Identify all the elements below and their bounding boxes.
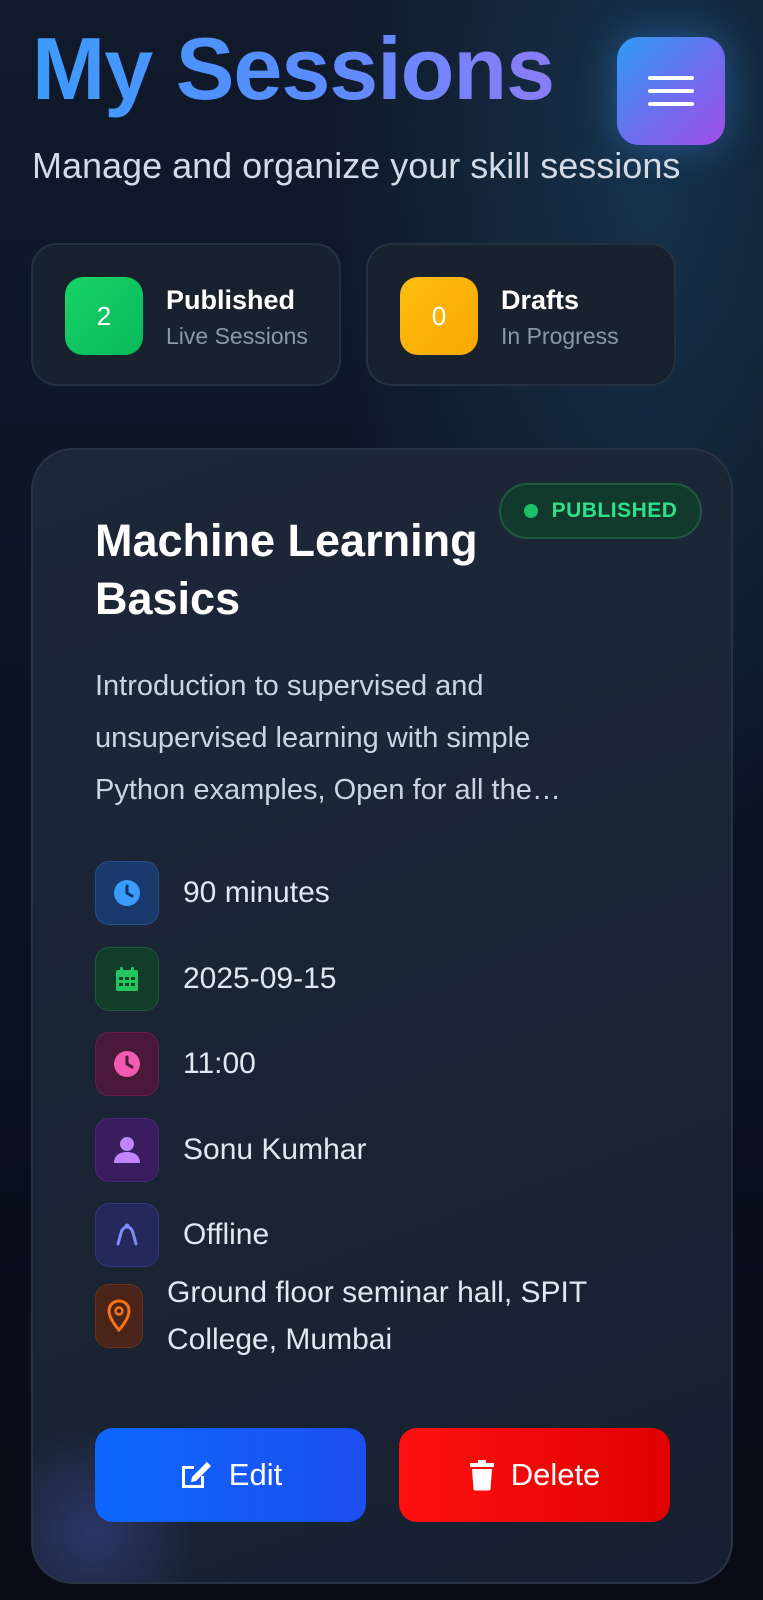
mode-icon (95, 1203, 159, 1267)
delete-label: Delete (510, 1457, 601, 1492)
host-text: Sonu Kumhar (183, 1133, 367, 1166)
published-count: 2 (65, 277, 143, 355)
hamburger-menu-icon-bar (648, 102, 694, 106)
page-subtitle: Manage and organize your skill sessions (32, 145, 681, 186)
status-label: PUBLISHED (551, 499, 678, 522)
mode-text: Offline (183, 1218, 270, 1251)
hamburger-menu-icon (648, 76, 694, 80)
published-sub: Live Sessions (166, 323, 308, 349)
location-text: Ground floor seminar hall, SPIT College,… (167, 1276, 587, 1356)
drafts-label: Drafts (501, 285, 580, 315)
detail-mode: Offline (95, 1203, 269, 1267)
page-title: My Sessions (32, 14, 555, 124)
detail-date: 2025-09-15 (95, 947, 336, 1011)
detail-duration: 90 minutes (95, 861, 330, 925)
stat-card-published: 2 Published Live Sessions (31, 243, 341, 386)
session-description: Introduction to supervised and unsupervi… (95, 670, 561, 806)
stat-card-drafts: 0 Drafts In Progress (366, 243, 676, 386)
edit-label: Edit (228, 1457, 283, 1492)
edit-icon (181, 1462, 211, 1488)
edit-button[interactable]: Edit (95, 1428, 366, 1522)
date-text: 2025-09-15 (183, 962, 337, 995)
map-pin-icon (95, 1284, 143, 1348)
status-badge: PUBLISHED (499, 483, 702, 539)
detail-location: Ground floor seminar hall, SPIT College,… (95, 1268, 637, 1364)
menu-button[interactable] (617, 37, 725, 145)
published-label: Published (166, 285, 296, 315)
delete-button[interactable]: Delete (399, 1428, 670, 1522)
calendar-icon (95, 947, 159, 1011)
drafts-sub: In Progress (501, 323, 619, 349)
session-title: Machine Learning Basics (95, 515, 478, 624)
clock-icon (95, 861, 159, 925)
status-dot-icon (523, 504, 538, 518)
session-card: PUBLISHED Machine Learning Basics Introd… (31, 448, 733, 1584)
clock-icon (95, 1032, 159, 1096)
duration-text: 90 minutes (183, 876, 330, 909)
trash-icon (469, 1460, 494, 1491)
user-icon (95, 1118, 159, 1182)
detail-time: 11:00 (95, 1032, 256, 1096)
hamburger-menu-icon-bar (648, 89, 694, 93)
time-text: 11:00 (183, 1047, 256, 1080)
detail-host: Sonu Kumhar (95, 1118, 366, 1182)
drafts-count: 0 (400, 277, 478, 355)
